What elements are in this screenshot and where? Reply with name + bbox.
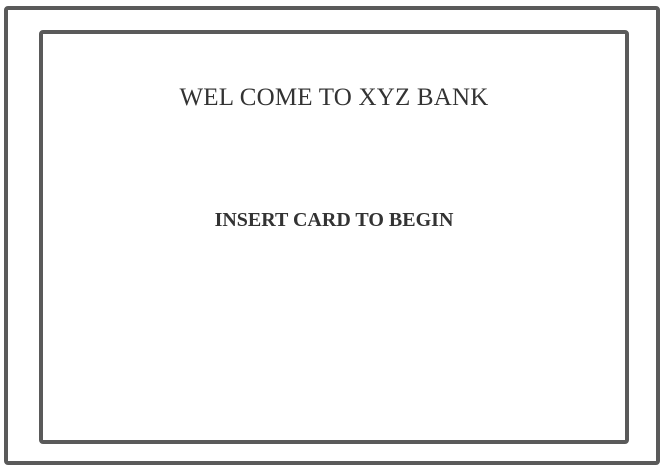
atm-screen: WEL COME TO XYZ BANK INSERT CARD TO BEGI… xyxy=(39,30,629,444)
welcome-title: WEL COME TO XYZ BANK xyxy=(179,84,489,111)
insert-card-prompt: INSERT CARD TO BEGIN xyxy=(214,209,454,231)
